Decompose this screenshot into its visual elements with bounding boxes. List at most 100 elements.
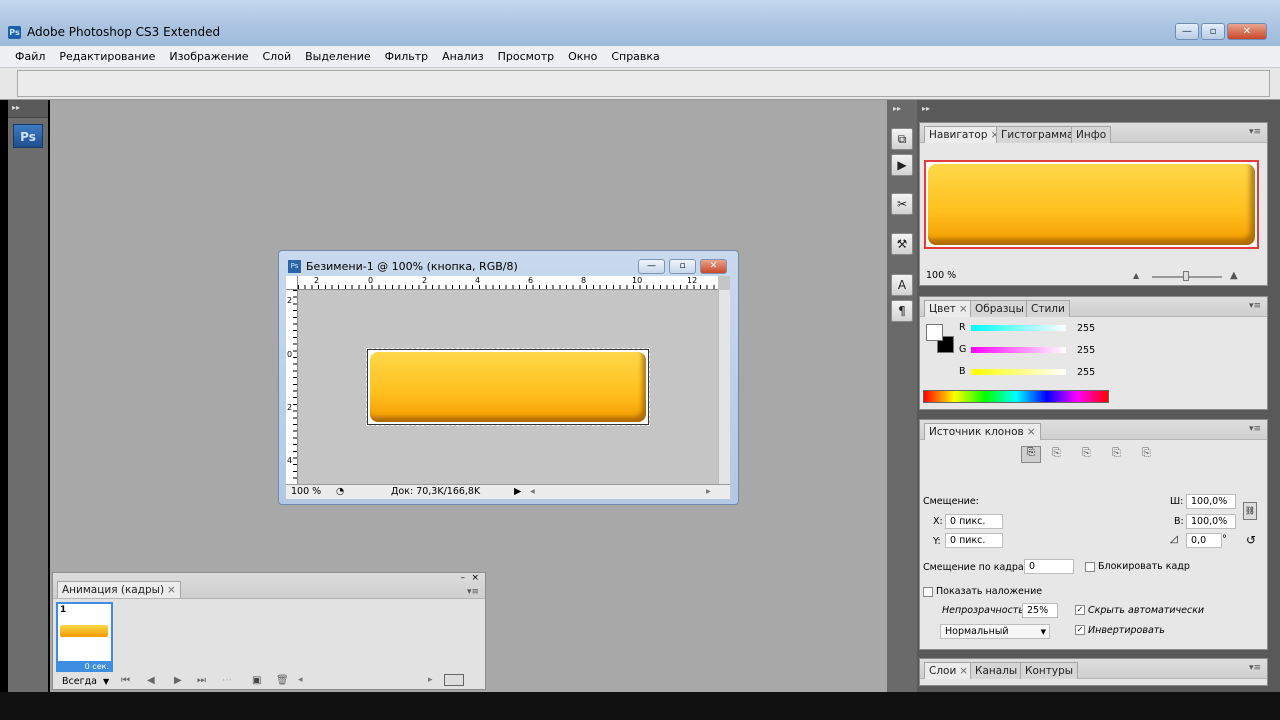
tab-animation[interactable]: Анимация (кадры) × [57,581,181,598]
doc-close-button[interactable]: ✕ [700,259,727,274]
panel-menu-icon[interactable]: ▾≡ [1249,663,1261,673]
navigator-zoom-field[interactable]: 100 % [922,269,974,284]
tab-swatches[interactable]: Образцы [970,300,1029,317]
b-value[interactable]: 255 [1073,366,1103,381]
menu-view[interactable]: Просмотр [491,46,561,67]
restore-button[interactable]: ▫ [1201,23,1225,40]
clone-source-4-icon[interactable]: ⎘ [1112,446,1121,460]
menu-file[interactable]: Файл [8,46,52,67]
selection-marquee[interactable] [366,348,650,426]
scroll-left-icon[interactable]: ◂ [298,675,303,685]
blend-mode-select[interactable]: Нормальный ▼ [940,624,1050,639]
toolbox-collapse-icon[interactable]: ▸▸ [12,103,20,112]
tab-layers[interactable]: Слои × [924,662,974,679]
clone-source-5-icon[interactable]: ⎘ [1142,446,1151,460]
toolbox-header[interactable]: ▸▸ [8,100,48,118]
auto-hide-checkbox[interactable]: ✓ [1075,605,1085,615]
duplicate-frame-icon[interactable]: ▣ [252,675,261,686]
clone-source-2-icon[interactable]: ⎘ [1052,446,1061,460]
zoom-in-icon[interactable]: ▲ [1230,270,1238,281]
zoom-slider-thumb[interactable] [1183,271,1189,281]
loop-select[interactable]: Всегда [62,676,97,687]
doc-restore-button[interactable]: ▫ [669,259,696,274]
clone-source-3-icon[interactable]: ⎘ [1082,446,1091,460]
g-slider[interactable] [971,347,1066,353]
close-button[interactable]: ✕ [1227,23,1267,40]
document-vertical-scrollbar[interactable] [718,290,730,484]
scroll-right-icon[interactable]: ▸ [706,486,711,497]
chevron-down-icon[interactable]: ▼ [103,677,109,686]
paragraph-icon[interactable]: ¶ [891,300,913,322]
delete-frame-icon[interactable]: 🗑 [276,675,289,686]
window-titlebar[interactable] [0,0,1280,46]
tab-styles[interactable]: Стили [1026,300,1070,317]
panel-menu-icon[interactable]: ▾≡ [1249,127,1261,137]
photoshop-logo-button[interactable]: Ps [13,124,43,148]
convert-timeline-icon[interactable] [444,674,464,686]
link-scale-icon[interactable]: ⛓ [1243,502,1257,520]
panel-menu-icon[interactable]: ▾≡ [1249,301,1261,311]
menu-filter[interactable]: Фильтр [378,46,436,67]
clone-source-1-icon[interactable]: ⎘ [1021,446,1041,463]
reset-transform-icon[interactable]: ↺ [1246,533,1256,547]
menu-edit[interactable]: Редактирование [52,46,162,67]
scroll-left-icon[interactable]: ◂ [530,486,535,497]
invert-checkbox[interactable]: ✓ [1075,625,1085,635]
right-column-grip-icon[interactable]: ▸▸ [922,104,930,113]
brushes-icon[interactable]: ⚒ [891,233,913,255]
previous-frame-icon[interactable]: ◀ [147,675,155,686]
offset-y-field[interactable]: 0 пикс. [945,533,1003,548]
scroll-right-icon[interactable]: ▸ [428,675,433,685]
tab-clone-source[interactable]: Источник клонов × [924,423,1041,440]
r-value[interactable]: 255 [1073,322,1103,337]
g-value[interactable]: 255 [1073,344,1103,359]
show-overlay-checkbox[interactable] [923,587,933,597]
tools-icon[interactable]: ✂ [891,193,913,215]
zoom-out-icon[interactable]: ▲ [1133,271,1139,280]
lock-frame-checkbox[interactable] [1085,562,1095,572]
panel-close-icon[interactable]: × [471,573,479,583]
frame-delay[interactable]: 0 сек. [56,661,113,672]
vertical-ruler[interactable]: 2 0 2 4 [286,290,298,484]
r-slider[interactable] [971,325,1066,331]
panel-minimize-icon[interactable]: – [461,573,466,583]
actions-icon[interactable]: ▶ [891,154,913,176]
ruler-origin[interactable] [286,276,298,290]
menu-image[interactable]: Изображение [162,46,255,67]
doc-zoom-field[interactable]: 100 % [291,486,321,497]
tab-navigator[interactable]: Навигатор × [924,126,1005,143]
horizontal-ruler[interactable]: 2 0 2 4 6 8 10 12 [298,276,718,290]
menu-analysis[interactable]: Анализ [435,46,491,67]
panel-menu-icon[interactable]: ▾≡ [1249,424,1261,434]
menu-layer[interactable]: Слой [256,46,299,67]
minimize-button[interactable]: — [1175,23,1199,40]
opacity-field[interactable]: 25% [1022,603,1058,618]
b-slider[interactable] [971,369,1066,375]
offset-x-field[interactable]: 0 пикс. [945,514,1003,529]
status-menu-arrow-icon[interactable]: ▶ [514,486,521,497]
scale-height-field[interactable]: 100,0% [1186,514,1236,529]
first-frame-icon[interactable]: ⏮ [121,675,130,686]
panel-menu-icon[interactable]: ▾≡ [467,587,479,597]
color-spectrum-bar[interactable] [923,390,1109,403]
tab-channels[interactable]: Каналы [970,662,1023,679]
tween-icon[interactable]: ⋯ [222,675,232,686]
tab-paths[interactable]: Контуры [1020,662,1079,679]
tab-histogram[interactable]: Гистограмма [996,126,1079,143]
doc-minimize-button[interactable]: — [638,259,665,274]
play-icon[interactable]: ▶ [174,675,182,686]
doc-size-info[interactable]: Док: 70,3K/166,8K [391,486,480,497]
navigator-view-box[interactable] [924,160,1259,249]
tab-color[interactable]: Цвет × [924,300,973,317]
tab-info[interactable]: Инфо [1071,126,1112,143]
character-icon[interactable]: A [891,274,913,296]
dock-collapse-icon[interactable]: ▸▸ [893,104,901,113]
menu-help[interactable]: Справка [604,46,666,67]
menu-select[interactable]: Выделение [298,46,378,67]
rotation-field[interactable]: 0,0 [1186,533,1222,548]
frame-offset-field[interactable]: 0 [1024,559,1074,574]
foreground-color-swatch[interactable] [926,324,943,341]
scale-width-field[interactable]: 100,0% [1186,494,1236,509]
status-options-icon[interactable]: ◔ [336,486,344,497]
menu-window[interactable]: Окно [561,46,604,67]
